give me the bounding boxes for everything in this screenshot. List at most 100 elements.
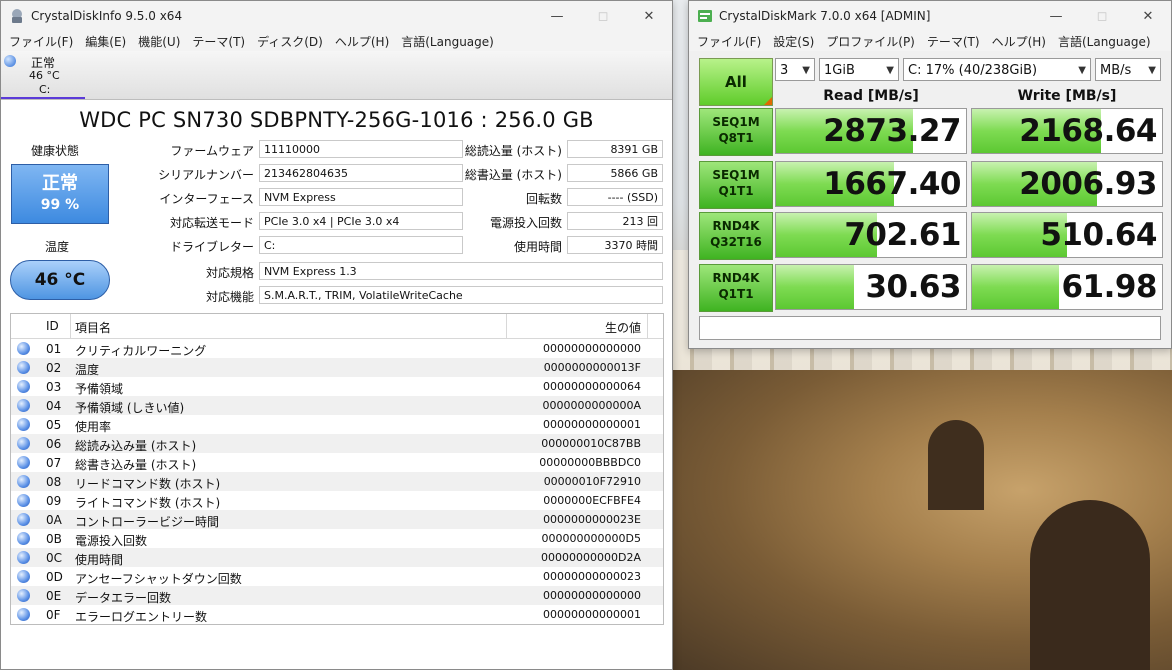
test-count-select[interactable]: 3 ▼ (775, 58, 815, 81)
test-button-line1: SEQ1M (712, 115, 760, 129)
cdi-menu-file[interactable]: ファイル(F) (3, 33, 79, 50)
smart-row-name: 総書き込み量 (ホスト) (75, 458, 197, 472)
health-label: 健康状態 (31, 144, 80, 158)
drive-select[interactable]: C: 17% (40/238GiB) ▼ (903, 58, 1091, 81)
cdm-body: All 3 ▼ 1GiB ▼ C: 17% (40/238GiB) ▼ MB/s… (689, 52, 1171, 348)
standard-field: NVM Express 1.3 (259, 262, 663, 280)
smart-row[interactable]: 09 ライトコマンド数 (ホスト) 0000000ECFBFE4 (11, 491, 663, 510)
crystaldiskmark-window: CrystalDiskMark 7.0.0 x64 [ADMIN] — ◻ ✕ … (688, 0, 1172, 349)
smart-row-name: エラーログエントリー数 (75, 610, 208, 624)
test-button-line1: RND4K (712, 219, 760, 233)
interface-field: NVM Express (259, 188, 463, 206)
cdi-menu-language[interactable]: 言語(Language) (395, 33, 500, 50)
cdm-menu-settings[interactable]: 設定(S) (767, 33, 820, 50)
chevron-down-icon: ▼ (886, 65, 894, 76)
smart-row-raw: 00000000000001 (543, 418, 641, 431)
test-button-1[interactable]: SEQ1M Q1T1 (699, 161, 773, 209)
cdm-menu-theme[interactable]: テーマ(T) (921, 33, 986, 50)
smart-status-dot-icon (17, 551, 30, 564)
smart-row[interactable]: 0E データエラー回数 00000000000000 (11, 586, 663, 605)
cdi-close-button[interactable]: ✕ (626, 1, 672, 31)
smart-row-name: 予備領域 (75, 382, 124, 396)
read-column-header: Read [MB/s] (823, 88, 919, 104)
smart-row[interactable]: 01 クリティカルワーニング 00000000000000 (11, 339, 663, 358)
health-status-box[interactable]: 正常 99 % (11, 164, 109, 224)
read-result-2: 702.61 (775, 212, 967, 258)
comment-field[interactable] (699, 316, 1161, 340)
temperature-box[interactable]: 46 °C (10, 260, 110, 300)
cdm-menu-help[interactable]: ヘルプ(H) (986, 33, 1052, 50)
crystaldiskmark-app-icon (698, 10, 712, 22)
smart-row[interactable]: 0A コントローラービジー時間 0000000000023E (11, 510, 663, 529)
test-size-select[interactable]: 1GiB ▼ (819, 58, 899, 81)
smart-row[interactable]: 04 予備領域 (しきい値) 0000000000000A (11, 396, 663, 415)
cdi-minimize-button[interactable]: — (534, 1, 580, 31)
read-result-value: 2873.27 (823, 113, 961, 149)
cdi-title: CrystalDiskInfo 9.5.0 x64 (31, 9, 183, 23)
drive-tab-c[interactable]: 正常 46 °C C: (1, 51, 85, 99)
smart-row-name: コントローラービジー時間 (75, 515, 220, 529)
cdm-menu-profile[interactable]: プロファイル(P) (820, 33, 921, 50)
smart-row-name: リードコマンド数 (ホスト) (75, 477, 221, 491)
smart-row-name: アンセーフシャットダウン回数 (75, 572, 242, 586)
smart-row-name: 電源投入回数 (75, 534, 148, 548)
cdi-titlebar[interactable]: CrystalDiskInfo 9.5.0 x64 — ◻ ✕ (1, 1, 672, 31)
crystaldiskinfo-window: CrystalDiskInfo 9.5.0 x64 — ◻ ✕ ファイル(F) … (0, 0, 673, 670)
smart-status-dot-icon (17, 437, 30, 450)
cdm-maximize-button[interactable]: ◻ (1079, 1, 1125, 31)
features-label: 対応機能 (205, 290, 254, 304)
smart-status-dot-icon (17, 570, 30, 583)
test-button-line2: Q32T16 (710, 235, 762, 249)
smart-row-id: 0C (46, 551, 63, 565)
cdm-menu-file[interactable]: ファイル(F) (691, 33, 767, 50)
test-button-0[interactable]: SEQ1M Q8T1 (699, 108, 773, 156)
host-writes-field: 5866 GB (567, 164, 663, 182)
cdm-close-button[interactable]: ✕ (1125, 1, 1171, 31)
smart-status-dot-icon (17, 589, 30, 602)
smart-table[interactable]: ID 項目名 生の値 01 クリティカルワーニング 00000000000000 02… (10, 313, 664, 625)
smart-row-raw: 0000000000013F (543, 361, 641, 374)
firmware-field: 11110000 (259, 140, 463, 158)
smart-row[interactable]: 07 総書き込み量 (ホスト) 00000000BBBDC0 (11, 453, 663, 472)
smart-status-dot-icon (17, 399, 30, 412)
cdi-menu-disk[interactable]: ディスク(D) (251, 33, 329, 50)
read-result-value: 30.63 (865, 269, 961, 305)
cdi-maximize-button[interactable]: ◻ (580, 1, 626, 31)
test-button-2[interactable]: RND4K Q32T16 (699, 212, 773, 260)
cdi-menu-help[interactable]: ヘルプ(H) (329, 33, 395, 50)
cdm-menu-language[interactable]: 言語(Language) (1052, 33, 1157, 50)
unit-select[interactable]: MB/s ▼ (1095, 58, 1161, 81)
cdi-menu-theme[interactable]: テーマ(T) (186, 33, 251, 50)
smart-row[interactable]: 0C 使用時間 00000000000D2A (11, 548, 663, 567)
smart-row[interactable]: 05 使用率 00000000000001 (11, 415, 663, 434)
smart-row[interactable]: 02 温度 0000000000013F (11, 358, 663, 377)
cdi-menu-function[interactable]: 機能(U) (132, 33, 186, 50)
cdm-minimize-button[interactable]: — (1033, 1, 1079, 31)
cdm-titlebar[interactable]: CrystalDiskMark 7.0.0 x64 [ADMIN] — ◻ ✕ (689, 1, 1171, 31)
drive-select-value: C: 17% (40/238GiB) (908, 63, 1038, 78)
smart-row[interactable]: 08 リードコマンド数 (ホスト) 00000010F72910 (11, 472, 663, 491)
cdm-menubar: ファイル(F) 設定(S) プロファイル(P) テーマ(T) ヘルプ(H) 言語… (689, 31, 1171, 51)
drive-status-dot-icon (4, 55, 16, 67)
smart-col-name[interactable]: 項目名 (75, 319, 111, 336)
smart-row[interactable]: 06 総読み込み量 (ホスト) 000000010C87BB (11, 434, 663, 453)
smart-row-id: 0F (46, 608, 61, 622)
smart-row-raw: 000000010C87BB (541, 437, 641, 450)
smart-row[interactable]: 03 予備領域 00000000000064 (11, 377, 663, 396)
smart-col-id[interactable]: ID (46, 319, 59, 333)
smart-col-raw[interactable]: 生の値 (605, 319, 641, 336)
run-all-button[interactable]: All (699, 58, 773, 106)
smart-status-dot-icon (17, 608, 30, 621)
smart-status-dot-icon (17, 342, 30, 355)
test-size-value: 1GiB (824, 63, 855, 78)
interface-label: インターフェース (159, 192, 254, 206)
serial-label: シリアルナンバー (158, 168, 254, 182)
smart-row[interactable]: 0D アンセーフシャットダウン回数 00000000000023 (11, 567, 663, 586)
smart-row[interactable]: 0B 電源投入回数 000000000000D5 (11, 529, 663, 548)
write-result-value: 61.98 (1061, 269, 1157, 305)
smart-row-raw: 00000000000D2A (541, 551, 641, 564)
cdi-menu-edit[interactable]: 編集(E) (79, 33, 132, 50)
smart-row-name: ライトコマンド数 (ホスト) (75, 496, 221, 510)
smart-row[interactable]: 0F エラーログエントリー数 00000000000001 (11, 605, 663, 624)
test-button-3[interactable]: RND4K Q1T1 (699, 264, 773, 312)
